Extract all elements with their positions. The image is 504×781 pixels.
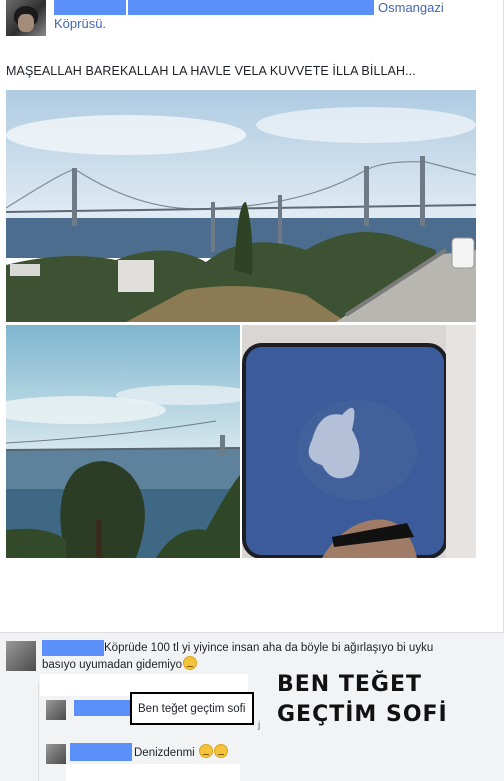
comment-text-line2: basıyo uyumadan gidemiyo	[42, 656, 197, 673]
grin-emoji-icon	[213, 744, 228, 758]
reply-text: Ben teğet geçtim sofi	[138, 703, 246, 715]
reply-marker: j	[258, 720, 261, 731]
reply-avatar[interactable]	[46, 744, 66, 764]
redacted-commenter-name	[42, 640, 104, 656]
photo-sunroof-selfie[interactable]	[242, 325, 476, 558]
overlay-caption-line1: BEN TEĞET	[277, 672, 422, 697]
redacted-header-text	[128, 0, 374, 15]
grin-emoji-icon	[198, 744, 213, 758]
author-avatar[interactable]	[6, 0, 46, 36]
reply-thread-line	[38, 682, 39, 781]
place-link[interactable]: Osmangazi	[378, 0, 444, 15]
reply-text-line: Denizdenmi	[134, 744, 228, 761]
photo-bridge-panorama[interactable]	[6, 90, 476, 322]
post-text: MAŞEALLAH BAREKALLAH LA HAVLE VELA KUVVE…	[6, 64, 416, 78]
redacted-reply-name	[74, 700, 136, 716]
grin-emoji-icon	[183, 656, 197, 670]
redacted-author-name	[54, 0, 126, 15]
redacted-reply-actions	[66, 764, 240, 781]
place-link-continued[interactable]: Köprüsü.	[54, 16, 106, 31]
redacted-reply-name	[70, 743, 132, 761]
comment-text-line1: Köprüde 100 tl yi yiyince insan aha da b…	[104, 642, 434, 654]
overlay-caption-line2: GEÇTİM SOFİ	[277, 702, 448, 727]
photo-sea-tree[interactable]	[6, 325, 240, 558]
reply-avatar[interactable]	[46, 700, 66, 720]
post-card: Osmangazi Köprüsü. MAŞEALLAH BAREKALLAH …	[0, 0, 504, 632]
commenter-avatar[interactable]	[6, 641, 36, 671]
